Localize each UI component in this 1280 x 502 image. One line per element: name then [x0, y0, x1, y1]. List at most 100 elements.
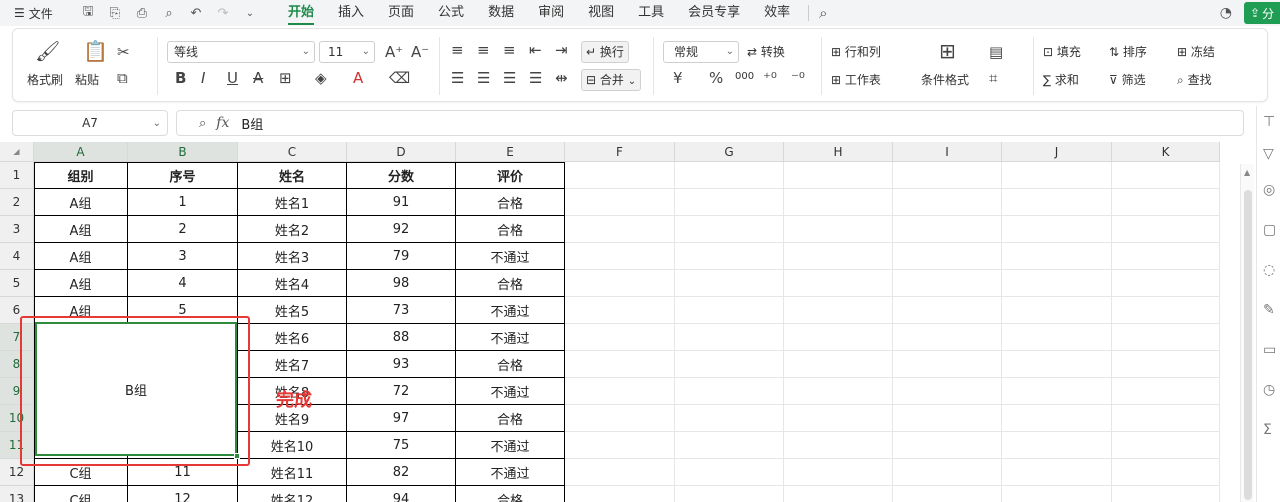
cell-d11[interactable]: 75 — [347, 432, 456, 459]
cell-c6[interactable]: 姓名5 — [238, 297, 347, 324]
cell-d9[interactable]: 72 — [347, 378, 456, 405]
cell-e8[interactable]: 合格 — [456, 351, 565, 378]
row-header-6[interactable]: 6 — [0, 297, 34, 324]
cell-h11[interactable] — [784, 432, 893, 459]
align-top-icon[interactable]: ≡ — [451, 41, 464, 59]
fill-button[interactable]: ⊡ 填充 — [1043, 43, 1081, 60]
column-header-c[interactable]: C — [238, 142, 347, 162]
cell-j3[interactable] — [1002, 216, 1112, 243]
cell-k5[interactable] — [1112, 270, 1220, 297]
table-style-icon[interactable]: ⌗ — [989, 69, 997, 87]
column-header-g[interactable]: G — [675, 142, 784, 162]
number-format-select[interactable]: 常规 ⌄ — [663, 41, 739, 63]
cell-f2[interactable] — [565, 189, 675, 216]
cell-e4[interactable]: 不通过 — [456, 243, 565, 270]
cell-k2[interactable] — [1112, 189, 1220, 216]
cell-g6[interactable] — [675, 297, 784, 324]
row-col-button[interactable]: ⊞ 行和列 — [831, 43, 881, 60]
find-button[interactable]: ⌕ 查找 — [1177, 71, 1212, 88]
cell-j9[interactable] — [1002, 378, 1112, 405]
font-color-icon[interactable]: A — [353, 69, 363, 87]
scroll-up-icon[interactable]: ▲ — [1244, 168, 1250, 177]
panel-doc-icon[interactable]: ▢ — [1263, 222, 1276, 238]
decrease-decimal-icon[interactable]: ⁻⁰ — [791, 69, 805, 87]
cell-i6[interactable] — [893, 297, 1002, 324]
panel-filter-icon[interactable]: ▽ — [1263, 146, 1274, 162]
cell-d4[interactable]: 79 — [347, 243, 456, 270]
cell-c2[interactable]: 姓名1 — [238, 189, 347, 216]
row-header-5[interactable]: 5 — [0, 270, 34, 297]
worksheet-button[interactable]: ⊞ 工作表 — [831, 71, 881, 88]
cell-c5[interactable]: 姓名4 — [238, 270, 347, 297]
cell-e9[interactable]: 不通过 — [456, 378, 565, 405]
freeze-button[interactable]: ⊞ 冻结 — [1177, 43, 1215, 60]
font-name-select[interactable]: 等线 ⌄ — [167, 41, 315, 63]
cell-k11[interactable] — [1112, 432, 1220, 459]
column-header-e[interactable]: E — [456, 142, 565, 162]
italic-icon[interactable]: I — [201, 69, 205, 87]
cell-d6[interactable]: 73 — [347, 297, 456, 324]
file-menu[interactable]: ☰ 文件 — [0, 5, 60, 22]
scrollbar-thumb[interactable] — [1244, 190, 1252, 500]
cell-d1[interactable]: 分数 — [347, 162, 456, 189]
row-header-2[interactable]: 2 — [0, 189, 34, 216]
tab-page[interactable]: 页面 — [376, 0, 426, 26]
align-middle-icon[interactable]: ≡ — [477, 41, 490, 59]
cell-e6[interactable]: 不通过 — [456, 297, 565, 324]
cell-b5[interactable]: 4 — [128, 270, 238, 297]
cell-b6[interactable]: 5 — [128, 297, 238, 324]
cell-j11[interactable] — [1002, 432, 1112, 459]
conditional-format-icon[interactable]: ⊞ — [939, 39, 956, 63]
cell-j12[interactable] — [1002, 459, 1112, 486]
cell-style-icon[interactable]: ▤ — [989, 43, 1003, 61]
cell-f13[interactable] — [565, 486, 675, 502]
increase-font-icon[interactable]: A⁺ — [385, 43, 403, 61]
tab-view[interactable]: 视图 — [576, 0, 626, 26]
cell-c13[interactable]: 姓名12 — [238, 486, 347, 502]
cell-j7[interactable] — [1002, 324, 1112, 351]
tab-review[interactable]: 审阅 — [526, 0, 576, 26]
cell-d12[interactable]: 82 — [347, 459, 456, 486]
cell-k6[interactable] — [1112, 297, 1220, 324]
cell-f8[interactable] — [565, 351, 675, 378]
cell-h2[interactable] — [784, 189, 893, 216]
cell-d10[interactable]: 97 — [347, 405, 456, 432]
tab-efficiency[interactable]: 效率 — [752, 0, 802, 26]
cell-g12[interactable] — [675, 459, 784, 486]
percent-button[interactable]: % — [709, 69, 723, 87]
increase-decimal-icon[interactable]: ⁺⁰ — [763, 69, 777, 87]
cell-h13[interactable] — [784, 486, 893, 502]
cell-d13[interactable]: 94 — [347, 486, 456, 502]
cell-h4[interactable] — [784, 243, 893, 270]
tab-home[interactable]: 开始 — [276, 0, 326, 26]
search-icon[interactable]: ⌕ — [819, 4, 827, 22]
panel-shape-icon[interactable]: ◌ — [1263, 262, 1275, 278]
save-icon[interactable]: 🖫 — [80, 2, 96, 24]
decrease-font-icon[interactable]: A⁻ — [411, 43, 429, 61]
cell-e10[interactable]: 合格 — [456, 405, 565, 432]
merge-button[interactable]: ⊟ 合并 ⌄ — [581, 69, 642, 91]
cell-k13[interactable] — [1112, 486, 1220, 502]
cell-g2[interactable] — [675, 189, 784, 216]
conditional-format-button[interactable]: 条件格式 — [921, 71, 969, 88]
cell-i11[interactable] — [893, 432, 1002, 459]
column-header-i[interactable]: I — [893, 142, 1002, 162]
cell-e1[interactable]: 评价 — [456, 162, 565, 189]
cell-e11[interactable]: 不通过 — [456, 432, 565, 459]
cell-c8[interactable]: 姓名7 — [238, 351, 347, 378]
cell-g5[interactable] — [675, 270, 784, 297]
row-header-3[interactable]: 3 — [0, 216, 34, 243]
cell-j8[interactable] — [1002, 351, 1112, 378]
filter-button[interactable]: ⊽ 筛选 — [1109, 71, 1146, 88]
tab-data[interactable]: 数据 — [476, 0, 526, 26]
cell-k10[interactable] — [1112, 405, 1220, 432]
cell-i1[interactable] — [893, 162, 1002, 189]
tab-insert[interactable]: 插入 — [326, 0, 376, 26]
cell-f12[interactable] — [565, 459, 675, 486]
cell-c3[interactable]: 姓名2 — [238, 216, 347, 243]
cell-f3[interactable] — [565, 216, 675, 243]
font-size-select[interactable]: 11 ⌄ — [319, 41, 375, 63]
align-left-icon[interactable]: ☰ — [451, 69, 464, 87]
cell-g10[interactable] — [675, 405, 784, 432]
cell-i7[interactable] — [893, 324, 1002, 351]
